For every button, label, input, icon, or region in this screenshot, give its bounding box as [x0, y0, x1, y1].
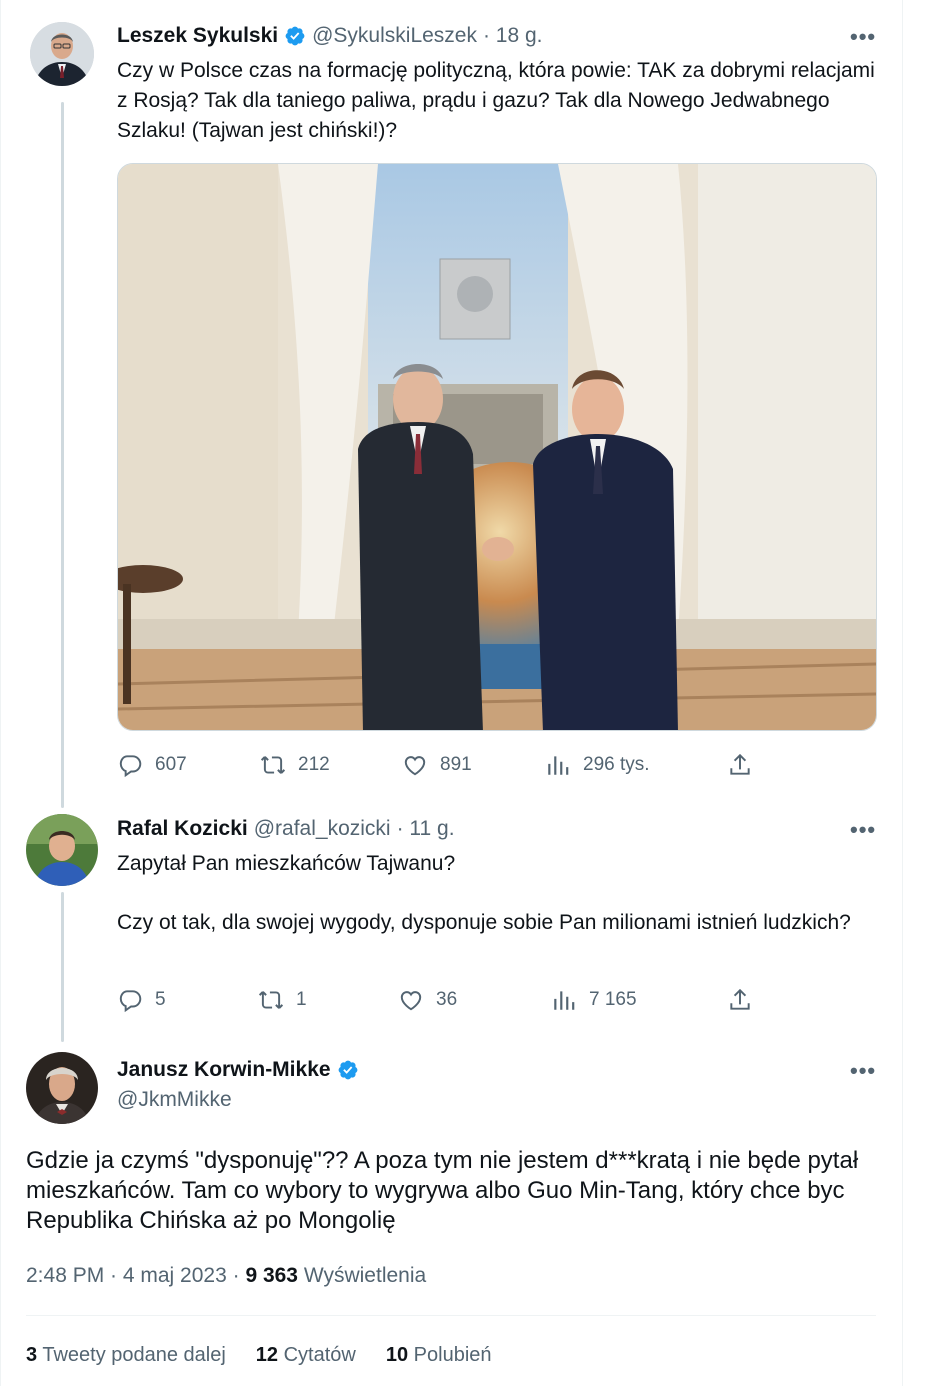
author-name[interactable]: Leszek Sykulski [117, 24, 278, 48]
more-options-icon[interactable]: ••• [850, 1058, 876, 1084]
like-button[interactable]: 891 [402, 752, 472, 778]
share-button[interactable] [727, 987, 753, 1013]
retweet-icon [258, 991, 284, 1009]
analytics-icon [548, 756, 569, 775]
heart-icon [404, 756, 426, 776]
views-count: 9 363 [245, 1264, 298, 1287]
view-count: 7 165 [589, 989, 637, 1010]
views-button[interactable]: 7 165 [551, 987, 637, 1013]
share-icon [730, 988, 750, 1010]
tweet-photo[interactable] [117, 163, 877, 731]
retweet-icon [260, 756, 286, 774]
author-handle[interactable]: @JkmMikke [117, 1088, 232, 1112]
divider [26, 1315, 876, 1316]
retweets-stat[interactable]: 3 Tweety podane dalej [26, 1344, 226, 1367]
retweet-button[interactable]: 1 [258, 987, 307, 1013]
reply-count: 5 [155, 989, 166, 1010]
reply-icon [119, 990, 142, 1013]
quotes-stat[interactable]: 12 Cytatów [256, 1344, 356, 1367]
like-button[interactable]: 36 [398, 987, 457, 1013]
views-button[interactable]: 296 tys. [545, 752, 650, 778]
tweet-text: Czy w Polsce czas na formację polityczną… [117, 59, 875, 142]
tweet-text: Zapytał Pan mieszkańców Tajwanu? [117, 852, 456, 875]
avatar[interactable] [26, 1052, 98, 1124]
tweet-timestamp[interactable]: 2:48 PM · 4 maj 2023 · [26, 1264, 245, 1287]
reply-button[interactable]: 607 [117, 752, 187, 778]
more-options-icon[interactable]: ••• [850, 24, 876, 50]
author-name[interactable]: Rafal Kozicki [117, 817, 248, 841]
reply-button[interactable]: 5 [117, 987, 166, 1013]
reply-count: 607 [155, 754, 187, 775]
reply-icon [119, 755, 142, 778]
share-button[interactable] [727, 752, 753, 778]
tweet-time[interactable]: · 11 g. [397, 817, 455, 841]
tweet-text: Czy ot tak, dla swojej wygody, dysponuje… [117, 911, 851, 934]
engagement-stats: 3 Tweety podane dalej 12 Cytatów 10 Polu… [26, 1344, 492, 1367]
avatar[interactable] [26, 814, 98, 886]
tweet-meta: 2:48 PM · 4 maj 2023 · 9 363 Wyświetleni… [26, 1264, 426, 1288]
thread-line [61, 892, 64, 1042]
like-count: 36 [436, 989, 458, 1010]
author-handle[interactable]: @rafal_kozicki [254, 817, 391, 841]
like-count: 891 [440, 754, 472, 775]
retweet-count: 1 [296, 989, 307, 1010]
retweet-count: 212 [298, 754, 330, 775]
share-icon [730, 753, 750, 775]
verified-badge-icon [285, 26, 305, 46]
tweet-time[interactable]: · 18 g. [483, 24, 543, 48]
views-label: Wyświetlenia [303, 1264, 427, 1287]
heart-icon [400, 991, 422, 1011]
author-handle[interactable]: @SykulskiLeszek [312, 24, 477, 48]
avatar[interactable] [30, 22, 94, 86]
view-count: 296 tys. [583, 754, 650, 775]
verified-badge-icon [338, 1060, 357, 1080]
author-name[interactable]: Janusz Korwin-Mikke [117, 1058, 331, 1082]
retweet-button[interactable]: 212 [260, 752, 330, 778]
analytics-icon [554, 991, 575, 1010]
thread-line [61, 102, 64, 808]
likes-stat[interactable]: 10 Polubień [386, 1344, 492, 1367]
tweet-text: Gdzie ja czymś "dysponuję"?? A poza tym … [26, 1147, 859, 1234]
more-options-icon[interactable]: ••• [850, 817, 876, 843]
